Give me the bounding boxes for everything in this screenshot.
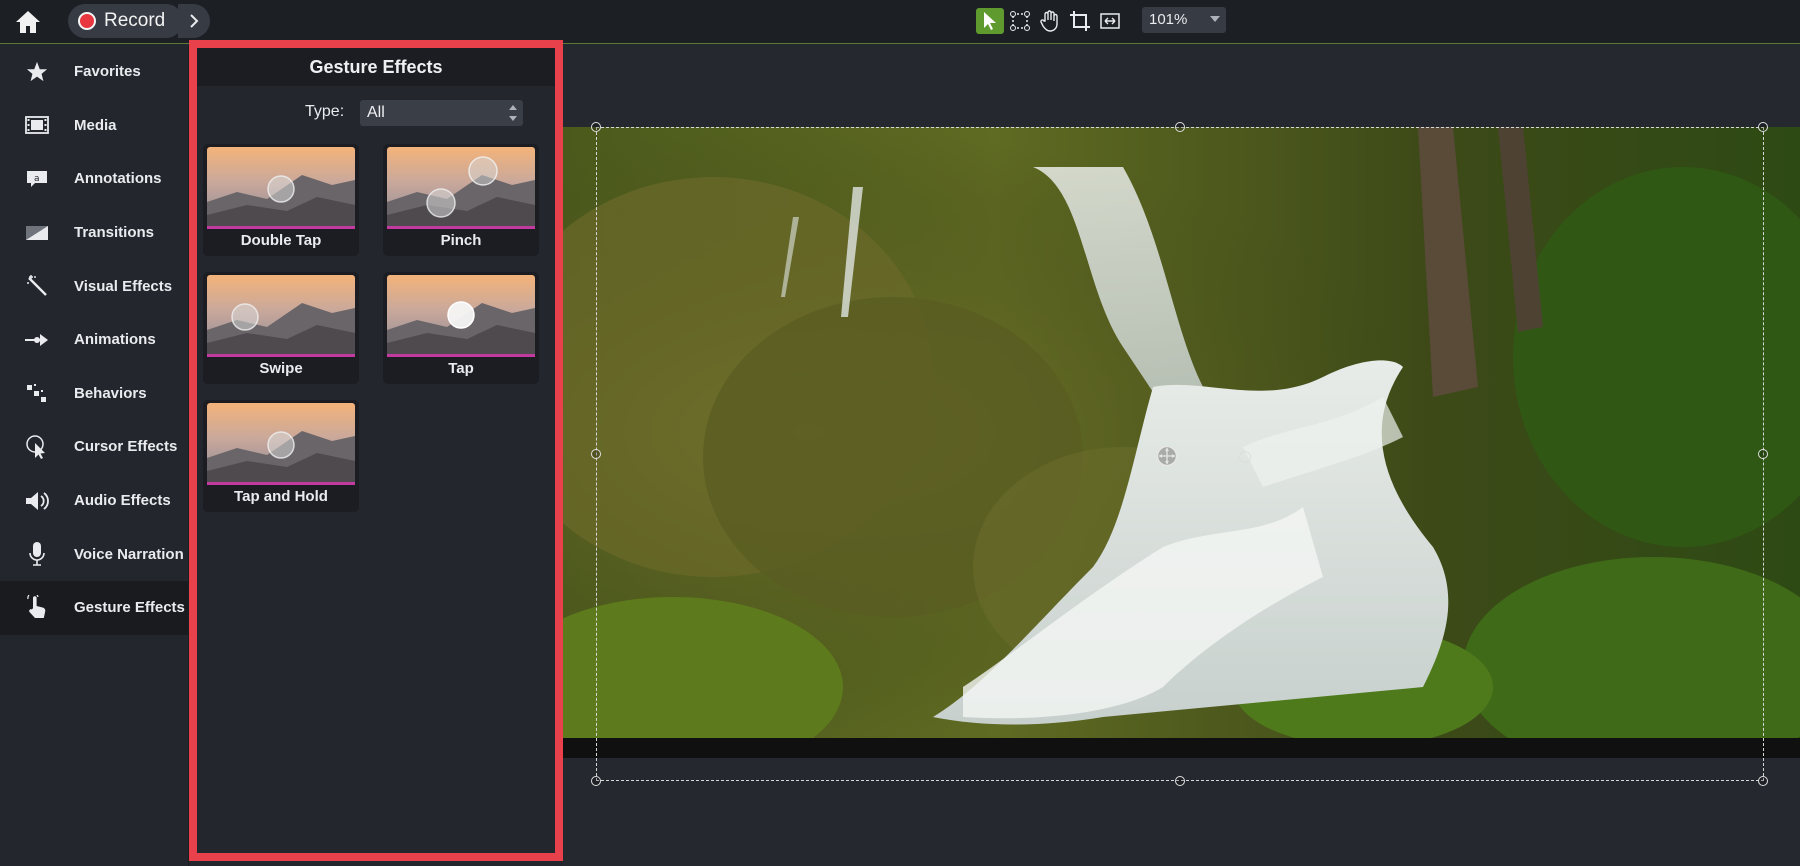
fit-icon bbox=[1100, 13, 1120, 29]
selection-bounding-box[interactable] bbox=[591, 122, 1768, 786]
mountain-thumbnail-icon bbox=[387, 147, 535, 226]
sidebar-item-label: Gesture Effects bbox=[74, 599, 185, 617]
effect-label: Tap bbox=[448, 360, 474, 377]
sidebar-item-label: Transitions bbox=[74, 224, 155, 242]
zoom-value: 101% bbox=[1149, 11, 1188, 28]
effect-tile-swipe[interactable]: Swipe bbox=[203, 272, 359, 384]
sidebar-item-label: Favorites bbox=[74, 63, 141, 81]
sidebar-item-label: Visual Effects bbox=[74, 277, 173, 295]
effect-label: Swipe bbox=[259, 360, 303, 377]
select-arrows-icon bbox=[509, 105, 517, 121]
sidebar-item-label: Animations bbox=[74, 331, 156, 349]
sidebar-item-annotations[interactable]: a Annotations bbox=[0, 152, 188, 206]
sidebar-item-label: Media bbox=[74, 116, 117, 134]
chevron-right-icon bbox=[190, 14, 199, 28]
top-toolbar: Record 101% bbox=[0, 0, 1800, 44]
svg-text:a: a bbox=[34, 174, 40, 184]
record-label: Record bbox=[104, 10, 166, 31]
chevron-down-icon bbox=[1210, 16, 1220, 22]
record-dot-icon bbox=[78, 12, 96, 30]
film-icon bbox=[25, 116, 49, 135]
effect-tile-tap[interactable]: Tap bbox=[383, 272, 539, 384]
effect-thumbnail bbox=[207, 403, 355, 485]
effect-tile-tap-and-hold[interactable]: Tap and Hold bbox=[203, 400, 359, 512]
sidebar-item-behaviors[interactable]: Behaviors bbox=[0, 367, 188, 421]
edit-points-icon bbox=[1010, 11, 1030, 31]
microphone-icon bbox=[29, 542, 45, 566]
pan-hand-icon bbox=[1040, 10, 1058, 32]
mountain-thumbnail-icon bbox=[387, 275, 535, 354]
effect-tile-pinch[interactable]: Pinch bbox=[383, 144, 539, 256]
resize-handle-top-right[interactable] bbox=[1758, 122, 1768, 132]
resize-handle-top-left[interactable] bbox=[591, 122, 601, 132]
effect-label: Tap and Hold bbox=[234, 488, 328, 505]
behaviors-icon bbox=[27, 384, 46, 403]
rotate-handle[interactable] bbox=[1239, 451, 1251, 463]
crop-icon bbox=[1070, 11, 1090, 31]
resize-handle-bottom-left[interactable] bbox=[591, 776, 601, 786]
panel-title: Gesture Effects bbox=[197, 48, 555, 86]
home-button[interactable] bbox=[12, 6, 44, 38]
annotation-icon: a bbox=[27, 170, 47, 187]
animation-arrow-icon bbox=[25, 333, 48, 346]
sidebar-item-label: Audio Effects bbox=[74, 492, 171, 510]
record-options-button[interactable] bbox=[178, 4, 210, 38]
sidebar-item-audio-effects[interactable]: Audio Effects bbox=[0, 474, 188, 528]
sidebar-item-favorites[interactable]: Favorites bbox=[0, 45, 188, 99]
sidebar-item-voice-narration[interactable]: Voice Narration bbox=[0, 527, 188, 581]
sidebar-item-media[interactable]: Media bbox=[0, 99, 188, 153]
fit-tool-button[interactable] bbox=[1096, 8, 1124, 34]
select-arrow-icon bbox=[984, 12, 996, 30]
effect-label: Pinch bbox=[440, 232, 482, 249]
resize-handle-bottom[interactable] bbox=[1175, 776, 1185, 786]
effect-thumbnail bbox=[207, 275, 355, 357]
cursor-icon bbox=[26, 435, 45, 459]
transition-icon bbox=[26, 225, 48, 240]
sidebar-item-gesture-effects[interactable]: Gesture Effects bbox=[0, 580, 188, 635]
home-icon bbox=[16, 11, 40, 33]
magic-wand-icon bbox=[27, 275, 47, 297]
move-icon bbox=[1156, 445, 1178, 467]
select-tool-button[interactable] bbox=[976, 8, 1004, 34]
effect-thumbnail bbox=[387, 147, 535, 229]
preview-canvas[interactable] bbox=[563, 45, 1800, 866]
canvas-tools bbox=[976, 8, 1124, 34]
mountain-thumbnail-icon bbox=[207, 403, 355, 482]
sidebar-item-label: Cursor Effects bbox=[74, 438, 178, 456]
gesture-effects-panel: Gesture Effects Type: All Double Tap Pin… bbox=[189, 40, 563, 861]
move-handle[interactable] bbox=[1156, 445, 1178, 472]
resize-handle-bottom-right[interactable] bbox=[1758, 776, 1768, 786]
sidebar-item-label: Behaviors bbox=[74, 384, 147, 402]
sidebar-item-label: Voice Narration bbox=[74, 545, 184, 563]
effect-label: Double Tap bbox=[240, 232, 322, 249]
sidebar-item-cursor-effects[interactable]: Cursor Effects bbox=[0, 420, 188, 474]
tools-sidebar: Favorites Media a Annotations Transition… bbox=[0, 45, 189, 866]
sidebar-item-animations[interactable]: Animations bbox=[0, 313, 188, 367]
type-filter-row: Type: All bbox=[197, 98, 555, 126]
effect-thumbnail bbox=[387, 275, 535, 357]
sidebar-item-visual-effects[interactable]: Visual Effects bbox=[0, 259, 188, 313]
star-icon bbox=[26, 61, 48, 81]
effect-thumbnail bbox=[207, 147, 355, 229]
crop-tool-button[interactable] bbox=[1066, 8, 1094, 34]
hand-pointer-icon bbox=[27, 594, 46, 618]
resize-handle-top[interactable] bbox=[1175, 122, 1185, 132]
sidebar-item-transitions[interactable]: Transitions bbox=[0, 206, 188, 260]
mountain-thumbnail-icon bbox=[207, 147, 355, 226]
edit-points-tool-button[interactable] bbox=[1006, 8, 1034, 34]
type-value: All bbox=[367, 104, 385, 121]
resize-handle-right[interactable] bbox=[1758, 449, 1768, 459]
type-select[interactable]: All bbox=[360, 100, 523, 126]
pan-tool-button[interactable] bbox=[1036, 8, 1064, 34]
mountain-thumbnail-icon bbox=[207, 275, 355, 354]
zoom-select[interactable]: 101% bbox=[1142, 7, 1226, 33]
effect-tile-double-tap[interactable]: Double Tap bbox=[203, 144, 359, 256]
record-button[interactable]: Record bbox=[68, 4, 183, 38]
resize-handle-left[interactable] bbox=[591, 449, 601, 459]
type-label: Type: bbox=[305, 103, 345, 120]
sidebar-item-label: Annotations bbox=[74, 170, 162, 188]
speaker-icon bbox=[26, 491, 49, 510]
